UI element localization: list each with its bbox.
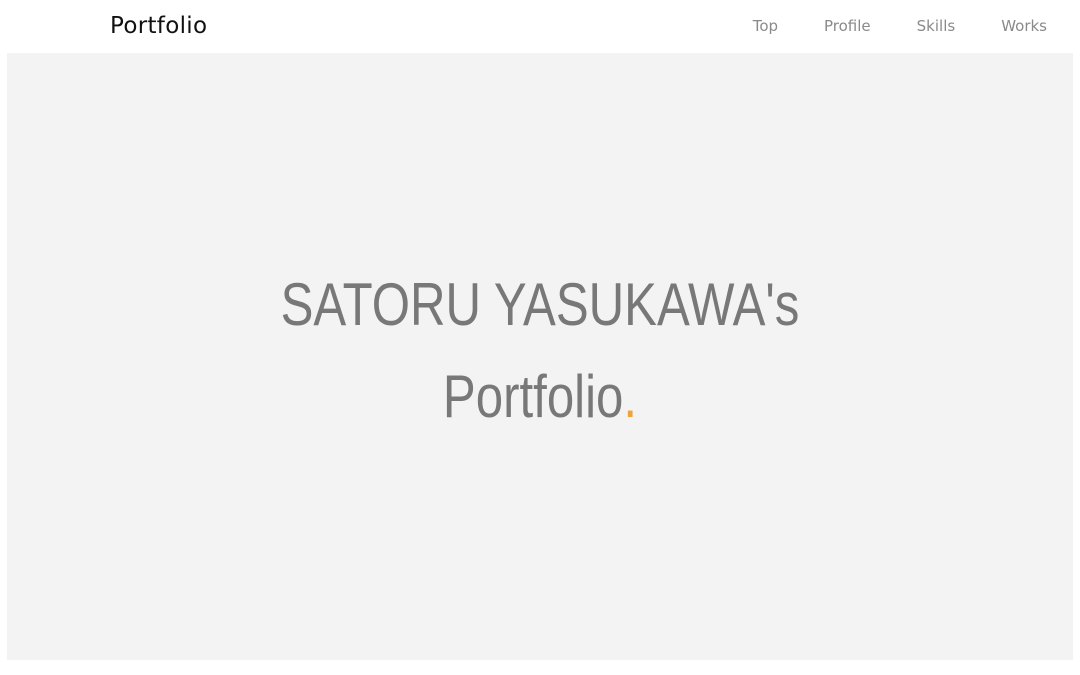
nav-item-top[interactable]: Top: [753, 16, 778, 36]
nav-item-works[interactable]: Works: [1001, 16, 1047, 36]
nav-item-profile[interactable]: Profile: [824, 16, 871, 36]
hero-title-line-2: Portfolio.: [103, 351, 977, 443]
hero-title: SATORU YASUKAWA's Portfolio.: [103, 259, 977, 443]
accent-dot: .: [623, 363, 638, 430]
hero-title-line-1: SATORU YASUKAWA's: [280, 271, 800, 338]
hero-title-portfolio: Portfolio: [442, 363, 624, 430]
nav-item-skills[interactable]: Skills: [917, 16, 956, 36]
site-header: Portfolio Top Profile Skills Works: [0, 0, 1080, 53]
hero-section: SATORU YASUKAWA's Portfolio.: [7, 53, 1073, 660]
main-nav: Top Profile Skills Works: [753, 16, 1047, 36]
site-logo[interactable]: Portfolio: [110, 10, 207, 42]
